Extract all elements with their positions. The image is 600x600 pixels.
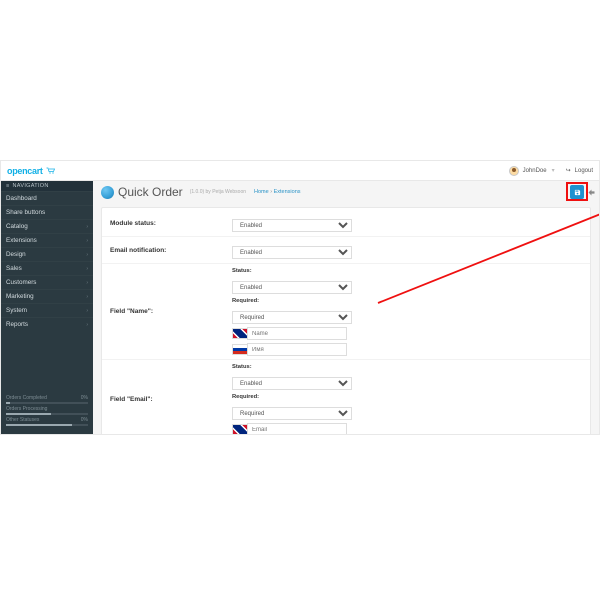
content-area: Quick Order (1.0.0) by Petja Websoon Hom… bbox=[93, 181, 599, 434]
label-module-status: Module status: bbox=[102, 215, 232, 232]
back-button[interactable] bbox=[585, 185, 597, 199]
screenshot-stage: opencart JohnDoe ▾ ↪ Logout ≡ NAVIGATION… bbox=[0, 0, 600, 600]
sublabel-status: Status: bbox=[232, 268, 584, 274]
flag-gb-icon bbox=[232, 328, 248, 339]
sublabel-required: Required: bbox=[232, 394, 584, 400]
chevron-right-icon: › bbox=[86, 294, 88, 300]
menu-icon: ≡ bbox=[6, 183, 10, 189]
chevron-right-icon: › bbox=[86, 238, 88, 244]
chevron-right-icon: › bbox=[86, 322, 88, 328]
module-status-select[interactable]: Enabled bbox=[232, 219, 352, 232]
breadcrumb: Home › Extensions bbox=[254, 189, 300, 195]
back-icon bbox=[587, 188, 596, 197]
breadcrumb-home[interactable]: Home bbox=[254, 189, 269, 195]
sidebar-item-customers[interactable]: Customers› bbox=[1, 275, 93, 289]
flag-ru-icon bbox=[232, 344, 248, 355]
page-meta: (1.0.0) by Petja Websoon bbox=[190, 189, 246, 195]
cart-icon bbox=[46, 167, 56, 175]
breadcrumb-extensions[interactable]: Extensions bbox=[274, 189, 301, 195]
module-icon bbox=[101, 186, 114, 199]
label-email-notification: Email notification: bbox=[102, 242, 232, 259]
field-name-required-select[interactable]: Required bbox=[232, 311, 352, 324]
sidebar-item-sales[interactable]: Sales› bbox=[1, 261, 93, 275]
chevron-right-icon: › bbox=[86, 308, 88, 314]
save-icon bbox=[574, 189, 581, 196]
settings-panel: Module status: Enabled Email notificatio… bbox=[101, 207, 591, 434]
chevron-right-icon: › bbox=[86, 280, 88, 286]
sidebar-item-marketing[interactable]: Marketing› bbox=[1, 289, 93, 303]
sidebar: ≡ NAVIGATION Dashboard Share buttons Cat… bbox=[1, 181, 93, 434]
sidebar-item-system[interactable]: System› bbox=[1, 303, 93, 317]
app-window: opencart JohnDoe ▾ ↪ Logout ≡ NAVIGATION… bbox=[0, 160, 600, 435]
flag-gb-icon bbox=[232, 424, 248, 434]
sidebar-item-design[interactable]: Design› bbox=[1, 247, 93, 261]
sidebar-item-share-buttons[interactable]: Share buttons bbox=[1, 205, 93, 219]
topbar: opencart JohnDoe ▾ ↪ Logout bbox=[1, 161, 599, 181]
label-field-email: Field "Email": bbox=[102, 360, 232, 434]
logout-link[interactable]: Logout bbox=[575, 168, 593, 174]
chevron-right-icon: › bbox=[86, 252, 88, 258]
chevron-right-icon: › bbox=[86, 224, 88, 230]
brand-logo[interactable]: opencart bbox=[7, 166, 56, 176]
email-notification-select[interactable]: Enabled bbox=[232, 246, 352, 259]
user-name[interactable]: JohnDoe bbox=[523, 168, 547, 174]
field-email-input-en[interactable] bbox=[247, 423, 347, 434]
field-name-input-ru[interactable] bbox=[247, 343, 347, 356]
logout-icon: ↪ bbox=[566, 167, 571, 174]
sidebar-item-extensions[interactable]: Extensions› bbox=[1, 233, 93, 247]
field-name-input-en[interactable] bbox=[247, 327, 347, 340]
brand-text: opencart bbox=[7, 166, 43, 176]
page-title: Quick Order bbox=[118, 185, 183, 199]
field-email-status-select[interactable]: Enabled bbox=[232, 377, 352, 390]
field-email-required-select[interactable]: Required bbox=[232, 407, 352, 420]
sublabel-required: Required: bbox=[232, 298, 584, 304]
sidebar-item-catalog[interactable]: Catalog› bbox=[1, 219, 93, 233]
field-name-status-select[interactable]: Enabled bbox=[232, 281, 352, 294]
save-button[interactable] bbox=[570, 185, 584, 199]
sidebar-heading: ≡ NAVIGATION bbox=[1, 181, 93, 191]
sublabel-status: Status: bbox=[232, 364, 584, 370]
sidebar-item-reports[interactable]: Reports› bbox=[1, 317, 93, 331]
sidebar-stats: Orders Completed0% Orders Processing Oth… bbox=[1, 389, 93, 434]
label-field-name: Field "Name": bbox=[102, 264, 232, 359]
avatar[interactable] bbox=[509, 166, 519, 176]
chevron-right-icon: › bbox=[86, 266, 88, 272]
sidebar-item-dashboard[interactable]: Dashboard bbox=[1, 191, 93, 205]
